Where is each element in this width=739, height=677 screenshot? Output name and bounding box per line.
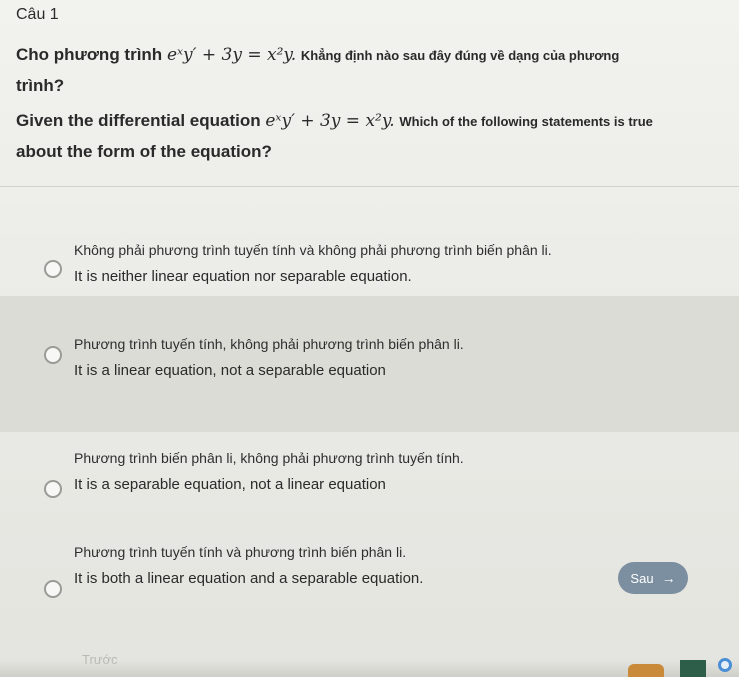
radio-button-1[interactable] (44, 260, 62, 278)
question-en-intro: Given the differential equation (16, 111, 261, 130)
answer-option-1-en: It is neither linear equation nor separa… (74, 268, 412, 285)
arrow-right-icon: → (661, 570, 676, 586)
question-vi-prompt: Khẳng định nào sau đây đúng về dạng của … (300, 48, 620, 63)
quiz-page: Câu 1 Cho phương trình eˣy′ + 3y = x²y. … (0, 0, 739, 677)
question-vi-equation: eˣy′ + 3y = x²y. (166, 45, 297, 65)
answer-option-1[interactable]: Không phải phương trình tuyến tính và kh… (0, 230, 739, 296)
radio-button-4[interactable] (44, 580, 62, 598)
answer-option-3-vi: Phương trình biến phân li, không phải ph… (74, 450, 464, 466)
question-number: Câu 1 (16, 6, 59, 23)
next-button-label: Sau (630, 570, 654, 586)
answer-option-2-en: It is a linear equation, not a separable… (74, 362, 386, 379)
question-text-vietnamese: Cho phương trình eˣy′ + 3y = x²y. Khẳng … (16, 40, 706, 101)
question-en-line2: about the form of the equation? (16, 142, 272, 161)
answer-option-4-vi: Phương trình tuyến tính và phương trình … (74, 544, 407, 560)
answer-option-3-en: It is a separable equation, not a linear… (74, 476, 386, 493)
next-button[interactable]: Sau → (618, 562, 688, 594)
question-en-equation: eˣy′ + 3y = x²y. (265, 111, 395, 131)
answer-option-1-vi: Không phải phương trình tuyến tính và kh… (74, 242, 552, 258)
taskbar-app-icon[interactable] (628, 664, 664, 677)
radio-button-2[interactable] (44, 346, 62, 364)
question-text-english: Given the differential equation eˣy′ + 3… (16, 106, 716, 167)
answer-option-4-en: It is both a linear equation and a separ… (74, 570, 424, 587)
answer-option-3[interactable]: Phương trình biến phân li, không phải ph… (0, 432, 739, 516)
question-vi-intro: Cho phương trình (16, 45, 163, 64)
radio-button-3[interactable] (44, 480, 62, 498)
divider (0, 186, 739, 187)
taskbar-app-icon[interactable] (680, 660, 706, 677)
answer-option-2-vi: Phương trình tuyến tính, không phải phươ… (74, 336, 464, 352)
question-vi-line2: trình? (16, 76, 65, 95)
answer-option-2[interactable]: Phương trình tuyến tính, không phải phươ… (0, 296, 739, 432)
taskbar-browser-icon[interactable] (718, 658, 732, 672)
question-en-prompt: Which of the following statements is tru… (399, 114, 653, 129)
